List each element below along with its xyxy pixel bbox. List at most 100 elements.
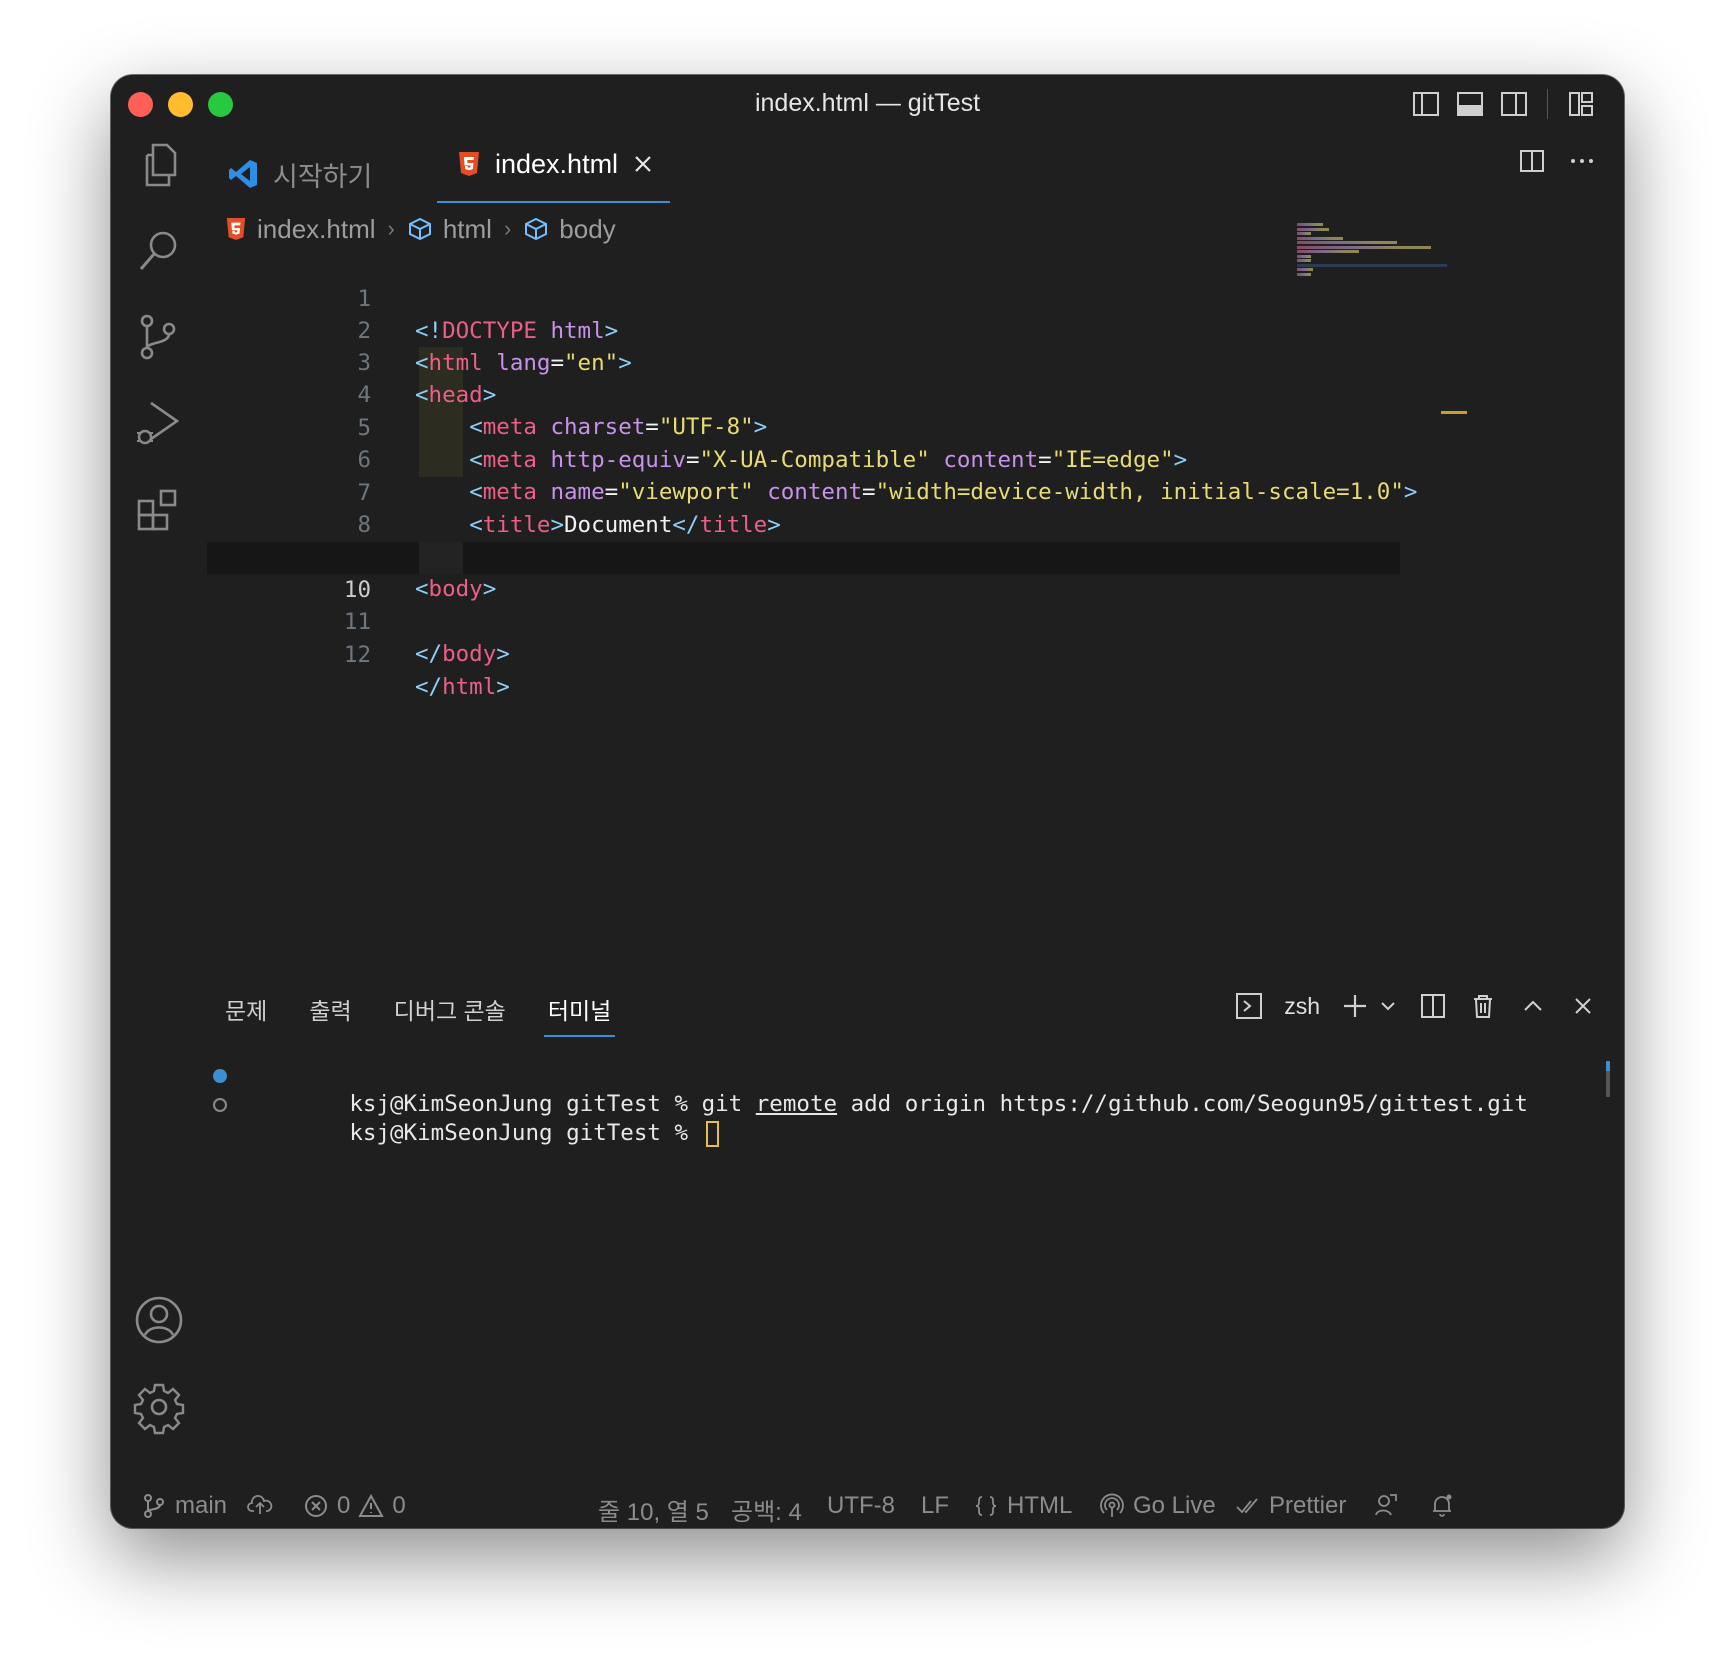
tab-problems[interactable]: 문제 bbox=[225, 981, 267, 1037]
branch-status[interactable]: main bbox=[141, 1492, 227, 1520]
separator bbox=[1547, 89, 1548, 119]
toggle-panel-icon[interactable] bbox=[1455, 89, 1485, 119]
cursor-position-label: 줄 10, 열 5 bbox=[598, 1499, 709, 1526]
encoding-label: UTF-8 bbox=[827, 1492, 895, 1519]
new-terminal-icon[interactable] bbox=[1340, 991, 1370, 1021]
chevron-up-icon[interactable] bbox=[1518, 991, 1548, 1021]
code-line-current: 10 bbox=[207, 542, 1400, 603]
tab-output[interactable]: 출력 bbox=[309, 981, 351, 1037]
run-debug-icon[interactable] bbox=[131, 395, 187, 451]
code-line: 3 <head> bbox=[207, 315, 1400, 408]
git-branch-icon bbox=[144, 1494, 164, 1518]
panel-tabs: 문제 출력 디버그 콘솔 터미널 bbox=[225, 981, 616, 1037]
extensions-icon[interactable] bbox=[131, 483, 187, 539]
terminal-line: ksj@KimSeonJung gitTest % git remote add… bbox=[207, 1061, 1624, 1117]
chevron-down-icon[interactable] bbox=[1378, 996, 1398, 1016]
status-bar: main 0 0 줄 10, 열 5 공백: 4 UTF-8 LF HTML G… bbox=[111, 1484, 1624, 1528]
manage-gear-icon[interactable] bbox=[131, 1379, 187, 1435]
code-editor[interactable]: 1 <!DOCTYPE html> 2 <html lang="en"> 3 <… bbox=[207, 251, 1417, 981]
code-line: 12 </html> bbox=[207, 607, 1400, 700]
bell-icon bbox=[1433, 1494, 1452, 1517]
command-pending-dot-icon[interactable] bbox=[213, 1098, 227, 1112]
code-line: 11 </body> bbox=[207, 574, 1400, 667]
search-icon[interactable] bbox=[131, 223, 187, 279]
publish-branch[interactable] bbox=[247, 1492, 273, 1518]
terminal-cursor bbox=[705, 1120, 719, 1147]
split-editor-icon[interactable] bbox=[1518, 147, 1546, 175]
language-mode[interactable]: HTML bbox=[973, 1492, 1072, 1520]
code-line: 4 <meta charset="UTF-8"> bbox=[207, 347, 1400, 440]
chevron-right-icon: › bbox=[387, 216, 395, 241]
command-success-dot-icon[interactable] bbox=[213, 1069, 227, 1083]
terminal-shell-name[interactable]: zsh bbox=[1284, 993, 1320, 1020]
code-line: 7 <title>Document</title> bbox=[207, 445, 1400, 538]
warning-count: 0 bbox=[392, 1492, 406, 1519]
go-live-label: Go Live bbox=[1133, 1492, 1216, 1519]
activity-bar bbox=[111, 127, 207, 1484]
source-control-icon[interactable] bbox=[131, 309, 187, 365]
line-number: 12 bbox=[343, 642, 371, 668]
breadcrumb-html[interactable]: html bbox=[407, 214, 492, 245]
minimap[interactable] bbox=[1297, 223, 1447, 276]
cursor-position[interactable]: 줄 10, 열 5 bbox=[598, 1492, 709, 1527]
breadcrumb: index.html › html › body bbox=[207, 207, 616, 251]
code-text: </body> bbox=[415, 641, 510, 667]
broadcast-icon bbox=[1100, 1493, 1124, 1517]
breadcrumb-label: index.html bbox=[257, 213, 376, 244]
trash-icon[interactable] bbox=[1468, 991, 1498, 1021]
breadcrumb-file[interactable]: index.html bbox=[225, 214, 376, 245]
tab-debug-console[interactable]: 디버그 콘솔 bbox=[394, 981, 506, 1037]
tab-terminal[interactable]: 터미널 bbox=[543, 981, 616, 1037]
terminal-prompt: ksj@KimSeonJung gitTest % bbox=[349, 1120, 702, 1146]
customize-layout-icon[interactable] bbox=[1566, 89, 1596, 119]
tab-label: 시작하기 bbox=[273, 161, 373, 192]
vscode-window: index.html — gitTest 시작하기 index.html ind… bbox=[111, 75, 1624, 1528]
code-line: 5 <meta http-equiv="X-UA-Compatible" con… bbox=[207, 380, 1400, 473]
indentation[interactable]: 공백: 4 bbox=[731, 1492, 802, 1527]
panel-actions: zsh bbox=[1234, 991, 1598, 1021]
error-count: 0 bbox=[337, 1492, 351, 1519]
breadcrumb-label: body bbox=[559, 213, 616, 244]
more-actions-icon[interactable] bbox=[1568, 147, 1596, 175]
feedback-person-icon bbox=[1375, 1494, 1397, 1516]
tab-index-html[interactable]: index.html bbox=[437, 127, 671, 203]
vscode-logo-icon bbox=[229, 160, 257, 188]
language-label: HTML bbox=[1007, 1492, 1073, 1519]
bottom-panel: 문제 출력 디버그 콘솔 터미널 zsh ksj@KimSeonJung git… bbox=[207, 981, 1624, 1484]
code-line: 9 <body> bbox=[207, 509, 1400, 602]
problems-status[interactable]: 0 0 bbox=[303, 1492, 406, 1520]
toggle-primary-sidebar-icon[interactable] bbox=[1411, 89, 1441, 119]
go-live-button[interactable]: Go Live bbox=[1099, 1492, 1216, 1520]
accounts-icon[interactable] bbox=[131, 1292, 187, 1348]
warning-icon bbox=[358, 1493, 385, 1517]
window-title: index.html — gitTest bbox=[754, 89, 981, 117]
split-terminal-icon[interactable] bbox=[1418, 991, 1448, 1021]
breadcrumb-body[interactable]: body bbox=[523, 213, 616, 245]
breadcrumb-label: html bbox=[442, 213, 492, 244]
end-of-line[interactable]: LF bbox=[921, 1492, 949, 1520]
layout-controls bbox=[1411, 89, 1596, 119]
terminal-line: ksj@KimSeonJung gitTest % bbox=[207, 1090, 1624, 1147]
prettier-label: Prettier bbox=[1269, 1492, 1347, 1519]
explorer-icon[interactable] bbox=[131, 137, 187, 193]
html5-icon bbox=[226, 218, 246, 240]
title-bar: index.html — gitTest bbox=[111, 75, 1624, 127]
symbol-cube-icon bbox=[408, 217, 431, 241]
toggle-secondary-sidebar-icon[interactable] bbox=[1499, 89, 1529, 119]
eol-label: LF bbox=[921, 1492, 950, 1519]
code-line: 2 <html lang="en"> bbox=[207, 283, 1400, 376]
prettier-status[interactable]: Prettier bbox=[1235, 1492, 1346, 1520]
terminal-output[interactable]: ksj@KimSeonJung gitTest % git remote add… bbox=[207, 1061, 1624, 1147]
notifications-status[interactable] bbox=[1429, 1492, 1455, 1518]
tab-actions bbox=[1518, 147, 1596, 175]
encoding[interactable]: UTF-8 bbox=[827, 1492, 895, 1520]
code-line: 1 <!DOCTYPE html> bbox=[207, 251, 1400, 344]
indentation-label: 공백: 4 bbox=[731, 1499, 802, 1526]
terminal-scrollbar[interactable] bbox=[1606, 1061, 1610, 1097]
overview-ruler-marker bbox=[1441, 411, 1467, 414]
close-tab-icon[interactable] bbox=[632, 153, 654, 175]
accounts-status[interactable] bbox=[1373, 1492, 1399, 1518]
close-panel-icon[interactable] bbox=[1568, 991, 1598, 1021]
code-text: </html> bbox=[415, 674, 510, 700]
terminal-icon bbox=[1236, 993, 1263, 1019]
